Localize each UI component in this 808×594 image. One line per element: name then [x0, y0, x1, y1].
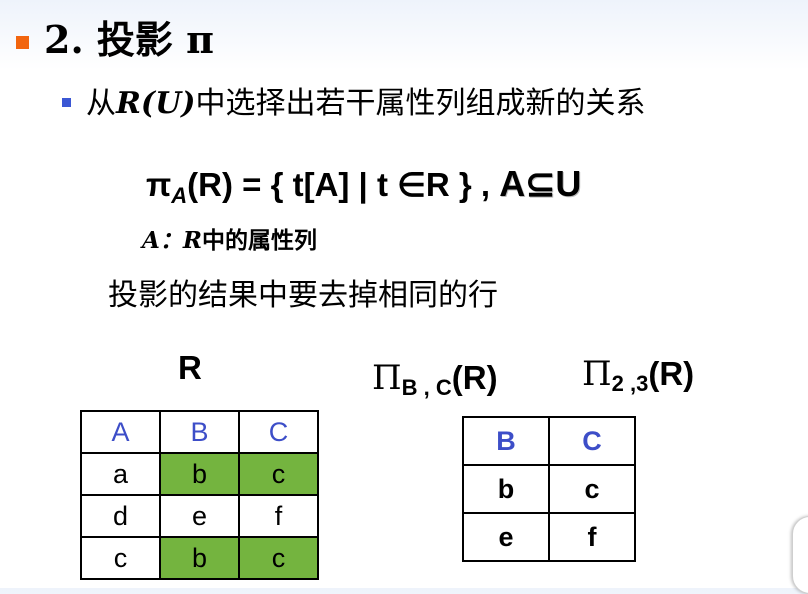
table-header-row: A B C	[80, 410, 319, 454]
note-r: R	[182, 227, 202, 254]
table-cell: d	[80, 494, 161, 538]
table-row: b c	[462, 464, 636, 514]
header-cell: B	[462, 416, 550, 466]
table-cell: b	[462, 464, 550, 514]
formula-subset: A⊆U	[499, 163, 582, 204]
floating-side-widget[interactable]	[792, 516, 808, 594]
bullet-relation: R(U)	[116, 86, 196, 121]
description: 投影的结果中要去掉相同的行	[108, 278, 498, 313]
proj1-rest: (R)	[451, 359, 498, 396]
table-cell: a	[80, 452, 161, 496]
header-cell: A	[80, 410, 161, 454]
formula-subscript: A	[171, 183, 188, 208]
projection-formula: πA(R) = { t[A] | t ∈R } , A⊆U	[146, 162, 581, 207]
table-cell: f	[238, 494, 319, 538]
table-cell-highlighted: b	[159, 536, 240, 580]
formula-note: A：R中的属性列	[142, 224, 317, 258]
table-cell: c	[80, 536, 161, 580]
proj1-sub: B , C	[401, 375, 452, 400]
table-cell-highlighted: c	[238, 452, 319, 496]
bullet-prefix: 从	[86, 86, 116, 121]
formula-pi: π	[146, 166, 172, 203]
relation-r-label: R	[178, 349, 202, 386]
table-cell-highlighted: b	[159, 452, 240, 496]
header-cell: B	[159, 410, 240, 454]
bullet-text: 从R(U)中选择出若干属性列组成新的关系	[86, 84, 645, 124]
title-bullet-square	[16, 36, 29, 49]
proj2-rest: (R)	[648, 355, 695, 392]
projection-23-label: Π2 ,3(R)	[582, 352, 694, 396]
sub-bullet-square	[62, 98, 71, 107]
table-cell: e	[159, 494, 240, 538]
projection-bc-label: ΠB , C(R)	[372, 356, 498, 400]
header-cell: C	[548, 416, 636, 466]
note-rest: 中的属性列	[201, 227, 317, 254]
table-row: a b c	[80, 452, 319, 496]
proj1-pi: Π	[372, 358, 402, 398]
header-cell: C	[238, 410, 319, 454]
slide-title: 2. 投影 π	[44, 17, 214, 62]
table-cell: e	[462, 512, 550, 562]
table-row: d e f	[80, 494, 319, 538]
proj2-sub: 2 ,3	[611, 371, 649, 396]
bullet-suffix: 中选择出若干属性列组成新的关系	[195, 86, 646, 121]
table-row: e f	[462, 512, 636, 562]
formula-body: (R) = { t[A] | t ∈R } ,	[187, 166, 491, 203]
table-cell-highlighted: c	[238, 536, 319, 580]
table-header-row: B C	[462, 416, 636, 466]
table-cell: c	[548, 464, 636, 514]
table-cell: f	[548, 512, 636, 562]
projection-result-table: B C b c e f	[462, 416, 636, 562]
relation-r-table: A B C a b c d e f c b c	[80, 410, 319, 580]
note-a: A：	[142, 227, 183, 254]
table-row: c b c	[80, 536, 319, 580]
proj2-pi: Π	[582, 354, 612, 394]
